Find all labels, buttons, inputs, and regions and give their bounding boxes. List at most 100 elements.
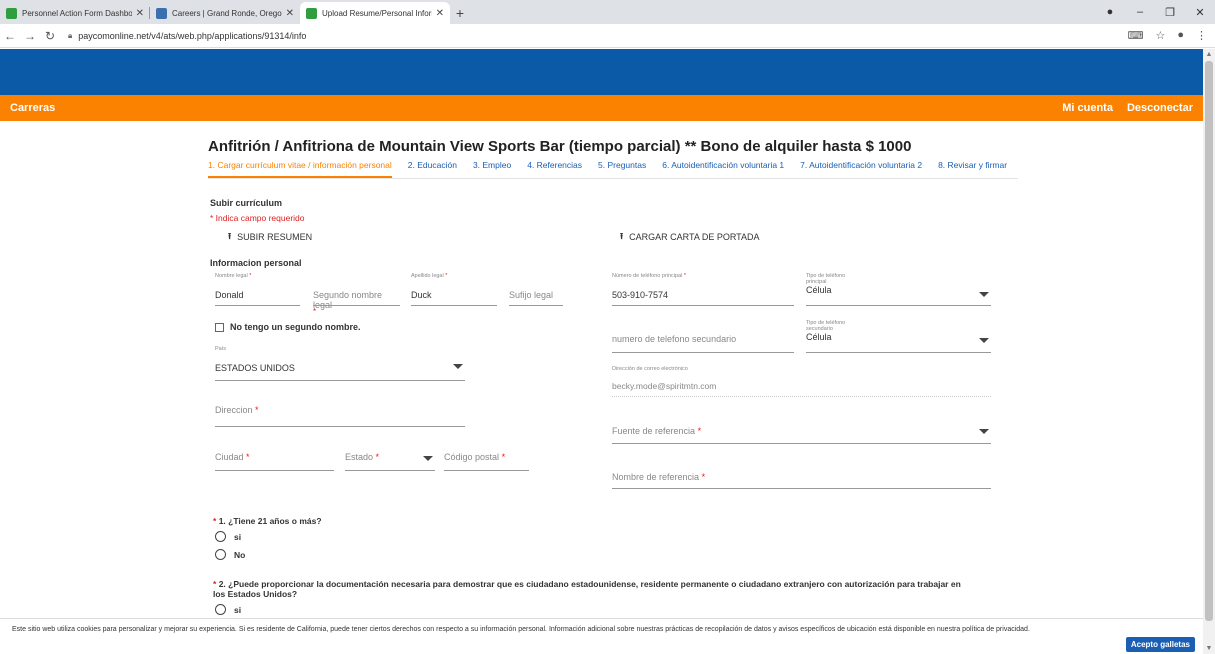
chevron-down-icon [453,364,463,369]
tab-title: Upload Resume/Personal Inform [322,8,432,18]
close-window-icon[interactable]: ✕ [1185,6,1215,19]
careers-favicon-icon [156,7,167,19]
email-value: becky.mode@spiritmtn.com [612,381,717,391]
question-2: * 2. ¿Puede proporcionar la documentació… [213,579,961,599]
translate-icon[interactable]: ⌨ [1128,29,1144,42]
page-scrollbar[interactable]: ▲ ▼ [1203,49,1215,654]
secondary-phone-placeholder: numero de telefono secundario [612,334,737,344]
city-field[interactable]: Ciudad * [215,452,334,471]
radio-circle[interactable] [215,604,226,615]
cookie-banner: Este sitio web utiliza cookies para pers… [0,618,1203,654]
question-1-option-no[interactable]: No [215,549,245,560]
step-upload-resume[interactable]: 1. Cargar currículum vitae / información… [208,160,392,178]
last-name-label: Apellido legal [411,273,444,279]
back-icon[interactable]: ← [0,29,20,43]
upload-cover-letter-button[interactable]: ⭱ CARGAR CARTA DE PORTADA [620,229,760,245]
primary-phone-field[interactable]: Número de teléfono principal * 503-910-7… [612,273,794,306]
reload-icon[interactable]: ↻ [40,29,60,43]
referral-name-field[interactable]: Nombre de referencia * [612,472,991,489]
no-middle-name-checkbox[interactable]: No tengo un segundo nombre. [215,322,361,332]
address-field[interactable]: Direccion * [215,405,465,427]
question-2-option-si[interactable]: si [215,604,241,615]
radio-circle[interactable] [215,531,226,542]
question-2-text: ¿Puede proporcionar la documentación nec… [213,579,961,599]
scroll-down-icon[interactable]: ▼ [1203,645,1215,652]
question-1-option-si[interactable]: si [215,531,241,542]
referral-source-placeholder: Fuente de referencia [612,426,696,436]
referral-source-select[interactable]: Fuente de referencia * [612,426,991,444]
suffix-placeholder: Sufijo legal [509,290,554,300]
step-references[interactable]: 4. Referencias [527,160,582,178]
upload-icon: ⭱ [228,231,232,241]
first-name-field[interactable]: Nombre legal * Donald [215,273,300,306]
url-field[interactable]: 🔒︎ paycomonline.net/v4/ats/web.php/appli… [68,31,306,41]
checkbox-box[interactable] [215,322,224,332]
upload-section-title: Subir currículum [210,198,283,208]
browser-tab-personnel[interactable]: Personnel Action Form Dashboar ✕ [0,2,150,24]
accept-cookies-button[interactable]: Acepto galletas [1125,637,1195,652]
zip-field[interactable]: Código postal * [444,452,529,471]
radio-circle[interactable] [215,549,226,560]
application-steps: 1. Cargar currículum vitae / información… [208,160,1023,178]
scrollbar-thumb[interactable] [1205,61,1213,621]
careers-link[interactable]: Carreras [10,102,55,114]
scroll-up-icon[interactable]: ▲ [1203,51,1215,58]
profile-icon[interactable]: ● [1095,6,1125,18]
first-name-label: Nombre legal [215,273,248,279]
email-label: Dirección de correo electrónico [612,366,688,372]
close-tab-icon[interactable]: ✕ [136,8,144,19]
middle-name-field[interactable]: Segundo nombre legal [313,273,400,310]
chevron-down-icon [979,292,989,297]
forward-icon[interactable]: → [20,29,40,43]
upload-resume-button[interactable]: ⭱ SUBIR RESUMEN [228,229,312,245]
menu-kebab-icon[interactable]: ⋮ [1196,29,1207,42]
country-value: ESTADOS UNIDOS [215,363,295,373]
minimize-icon[interactable]: – [1125,6,1155,18]
url-text: paycomonline.net/v4/ats/web.php/applicat… [78,30,307,41]
last-name-field[interactable]: Apellido legal * Duck [411,273,497,306]
primary-phone-type-value: Célula [806,285,832,295]
browser-tab-careers[interactable]: Careers | Grand Ronde, Oregon | ✕ [150,2,300,24]
middle-name-required-marker: * [313,307,317,316]
chevron-down-icon [979,429,989,434]
primary-phone-value: 503-910-7574 [612,290,669,300]
logout-link[interactable]: Desconectar [1127,102,1193,114]
step-review-sign[interactable]: 8. Revisar y firmar [938,160,1007,178]
state-select[interactable]: Estado * [345,452,435,471]
email-field[interactable]: Dirección de correo electrónico becky.mo… [612,366,991,397]
browser-tab-upload-resume[interactable]: Upload Resume/Personal Inform ✕ [300,2,450,24]
chevron-down-icon [979,338,989,343]
country-select[interactable]: País ESTADOS UNIDOS [215,346,465,381]
personal-section-title: Informacion personal [210,258,302,268]
first-name-value: Donald [215,290,244,300]
secondary-phone-type-select[interactable]: Tipo de teléfono secundario Célula [806,320,991,353]
step-employment[interactable]: 3. Empleo [473,160,511,178]
close-tab-icon[interactable]: ✕ [436,8,444,19]
step-self-id-1[interactable]: 6. Autoidentificación voluntaria 1 [662,160,784,178]
job-title: Anfitrión / Anfitriona de Mountain View … [208,138,912,155]
last-name-value: Duck [411,290,432,300]
secondary-phone-type-value: Célula [806,332,832,342]
my-account-link[interactable]: Mi cuenta [1062,102,1113,114]
secondary-phone-field[interactable]: numero de telefono secundario [612,334,794,353]
account-icon[interactable]: ● [1177,29,1184,42]
address-bar: ← → ↻ 🔒︎ paycomonline.net/v4/ats/web.php… [0,24,1215,48]
new-tab-button[interactable]: + [450,2,470,24]
primary-phone-type-select[interactable]: Tipo de teléfono principal Célula [806,273,991,306]
nav-bar: Carreras Mi cuenta Desconectar [0,95,1203,121]
state-placeholder: Estado [345,452,374,462]
step-questions[interactable]: 5. Preguntas [598,160,646,178]
primary-phone-label: Número de teléfono principal [612,273,683,279]
bookmark-star-icon[interactable]: ☆ [1155,29,1165,42]
step-self-id-2[interactable]: 7. Autoidentificación voluntaria 2 [800,160,922,178]
chevron-down-icon [423,456,433,461]
restore-icon[interactable]: ❐ [1155,6,1185,19]
address-placeholder: Direccion [215,405,253,415]
zip-placeholder: Código postal [444,452,500,462]
suffix-field[interactable]: Sufijo legal [509,273,563,306]
city-placeholder: Ciudad [215,452,244,462]
close-tab-icon[interactable]: ✕ [286,8,294,19]
option-label: No [234,549,246,560]
upload-resume-label: SUBIR RESUMEN [237,232,313,242]
step-education[interactable]: 2. Educación [408,160,457,178]
